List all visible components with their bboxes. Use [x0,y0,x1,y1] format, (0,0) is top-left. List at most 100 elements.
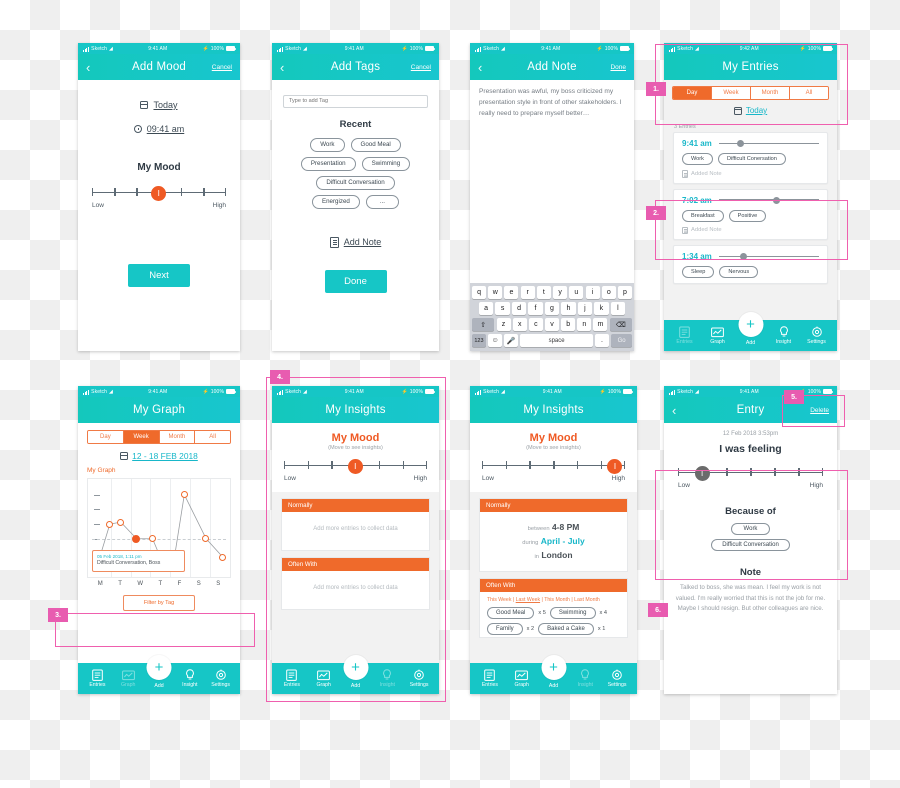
key-p[interactable]: p [617,286,632,299]
tab-add[interactable]: + Add [538,655,570,689]
tab-graph[interactable]: Graph [308,669,340,688]
tag-pill[interactable]: Work [310,137,345,152]
key-m[interactable]: m [593,318,608,331]
key-c[interactable]: c [528,318,543,331]
cancel-button[interactable]: Cancel [212,64,232,71]
insights-mood-slider[interactable]: I [482,458,625,474]
tab-graph[interactable]: Graph [506,669,538,688]
key-e[interactable]: e [504,286,519,299]
key-k[interactable]: k [594,302,609,315]
numbers-key[interactable]: 123 [472,334,486,347]
key-s[interactable]: s [495,302,510,315]
entry-card[interactable]: 1:34 am Sleep Nervous [673,245,828,284]
done-button[interactable]: Done [610,64,626,71]
more-tags-pill[interactable]: ... [365,194,400,209]
time-field[interactable]: 09:41 am [78,124,240,134]
tab-entries[interactable]: Entries [668,326,701,345]
next-button[interactable]: Next [128,264,190,287]
slider-thumb[interactable]: I [607,458,623,474]
key-d[interactable]: d [511,302,527,315]
segment-all[interactable]: All [790,87,828,99]
add-button[interactable]: + [146,655,172,680]
tag-pill[interactable]: Presentation [300,156,356,171]
key-h[interactable]: h [561,302,576,315]
segment-all[interactable]: All [195,431,230,443]
tag-input[interactable] [283,94,428,108]
emoji-key-icon[interactable]: ☺ [488,334,503,347]
tab-insight[interactable]: Insight [174,669,205,688]
filter-this-week[interactable]: This Week [487,597,511,603]
segment-month[interactable]: Month [751,87,790,99]
key-n[interactable]: n [577,318,592,331]
done-button[interactable]: Done [324,269,387,293]
tab-entries[interactable]: Entries [82,669,113,688]
tab-insight[interactable]: Insight [371,669,403,688]
often-tag[interactable]: Baked a Cake [538,623,594,635]
delete-button[interactable]: Delete [810,407,829,414]
tab-settings[interactable]: Settings [205,669,236,688]
key-y[interactable]: y [553,286,568,299]
tag-pill[interactable]: Energized [311,194,360,209]
cancel-button[interactable]: Cancel [411,64,431,71]
often-tag[interactable]: Family [487,623,523,635]
key-v[interactable]: v [545,318,559,331]
key-u[interactable]: u [569,286,584,299]
filter-last-week[interactable]: Last Week [516,597,540,603]
segment-day[interactable]: Day [673,87,712,99]
back-icon[interactable]: ‹ [86,61,104,74]
key-g[interactable]: g [544,302,560,315]
entry-tag[interactable]: Work [682,153,713,165]
entry-card[interactable]: 9:41 am Work Difficult Conersation Added… [673,132,828,184]
add-button[interactable]: + [738,312,763,337]
tab-insight[interactable]: Insight [767,326,800,345]
key-f[interactable]: f [528,302,543,315]
tab-graph[interactable]: Graph [701,326,734,345]
key-b[interactable]: b [561,318,576,331]
tab-graph[interactable]: Graph [113,669,144,688]
key-z[interactable]: z [496,318,511,331]
key-t[interactable]: t [536,286,551,299]
entry-tag[interactable]: Difficult Conversation [711,539,790,551]
filter-by-tag-button[interactable]: Filter by Tag [123,595,195,611]
key-o[interactable]: o [601,286,616,299]
tab-add[interactable]: + Add [144,655,175,689]
key-q[interactable]: q [472,286,487,299]
tab-entries[interactable]: Entries [276,669,308,688]
slider-thumb[interactable]: I [151,185,167,201]
key-x[interactable]: x [512,318,527,331]
add-note-link[interactable]: Add Note [272,236,439,248]
filter-this-month[interactable]: This Month [544,597,570,603]
key-j[interactable]: j [577,302,593,315]
period-segmented-control[interactable]: Day Week Month All [87,430,231,444]
space-key[interactable]: space [520,334,593,347]
chart-point-selected[interactable] [132,534,141,543]
tab-insight[interactable]: Insight [569,669,601,688]
segment-week[interactable]: Week [123,431,160,443]
tag-pill[interactable]: Difficult Conversation [316,175,395,190]
key-l[interactable]: l [610,302,626,315]
key-a[interactable]: a [478,302,494,315]
segment-day[interactable]: Day [88,431,124,443]
tag-pill[interactable]: Swimming [361,156,411,171]
insights-mood-slider[interactable]: I [284,458,427,474]
segment-week[interactable]: Week [712,87,751,99]
key-i[interactable]: i [585,286,600,299]
period-segmented-control[interactable]: Day Week Month All [672,86,829,100]
back-icon[interactable]: ‹ [478,61,496,74]
segment-month[interactable]: Month [159,431,196,443]
tab-settings[interactable]: Settings [601,669,633,688]
entry-tag[interactable]: Positive [728,209,767,222]
tab-bar[interactable]: Entries Graph + Add Insight Settings [664,312,837,351]
tab-bar[interactable]: Entries Graph + Add Insight Settings [272,655,439,694]
on-screen-keyboard[interactable]: q w e r t y u i o p a s d f g h j k l ⇧ … [470,283,634,351]
back-icon[interactable]: ‹ [672,404,690,417]
key-w[interactable]: w [488,286,503,299]
add-button[interactable]: + [541,655,566,680]
entry-tag[interactable]: Sleep [682,266,715,278]
today-selector[interactable]: Today [672,106,829,115]
date-range-selector[interactable]: 12 - 18 FEB 2018 [78,451,240,461]
go-key[interactable]: Go [611,334,633,347]
period-key[interactable]: . [595,334,609,347]
filter-last-month[interactable]: Last Month [574,597,600,603]
add-button[interactable]: + [343,655,368,680]
